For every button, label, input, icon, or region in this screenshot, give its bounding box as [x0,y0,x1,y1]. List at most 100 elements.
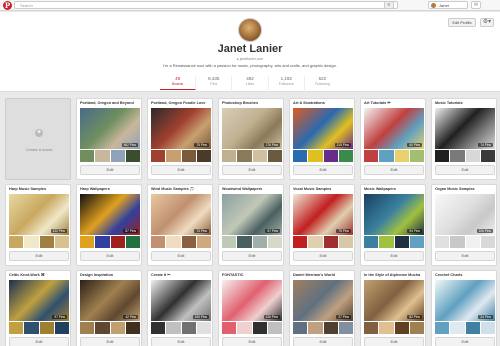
edit-board-button[interactable]: Edit [80,165,140,175]
board-thumbnail[interactable] [196,322,211,334]
board-thumbnail[interactable] [267,150,282,162]
edit-board-button[interactable]: Edit [364,337,424,346]
stat-followers[interactable]: 1,192 Followers [269,76,305,90]
board-thumbnail[interactable] [237,236,252,248]
edit-board-button[interactable]: Edit [151,251,211,261]
board-thumbnail[interactable] [237,150,252,162]
board-thumbnail[interactable] [110,322,125,334]
board-title[interactable]: Music Tutorials [435,101,495,106]
edit-board-button[interactable]: Edit [293,165,353,175]
board-cover-image[interactable]: 278 Pins [222,108,282,149]
stat-pins[interactable]: 8,435 Pins [196,76,233,90]
board-thumbnail[interactable] [308,150,323,162]
board-thumbnail[interactable] [450,150,465,162]
board-tile[interactable]: Portland, Oregon and Beyond 562 Pins Edit [76,98,142,180]
board-thumbnail[interactable] [409,236,424,248]
board-cover-image[interactable]: 82 Pins [364,280,424,321]
board-title[interactable]: Art & Illustrations [293,101,353,106]
board-thumbnail[interactable] [450,236,465,248]
board-thumbnail[interactable] [480,150,495,162]
board-thumbnail[interactable] [237,322,252,334]
board-thumbnail[interactable] [465,236,480,248]
board-cover-image[interactable]: 42 Pins [80,280,140,321]
board-thumbnail[interactable] [222,236,237,248]
board-thumbnail[interactable] [323,322,338,334]
board-thumbnail[interactable] [24,236,39,248]
board-title[interactable]: Harp Music Samples [9,187,69,192]
board-title[interactable]: Music Wallpapers [364,187,424,192]
stat-likes[interactable]: 492 Likes [232,76,269,90]
board-thumbnail[interactable] [338,150,353,162]
board-title[interactable]: Design Inspiration [80,273,140,278]
board-thumbnail[interactable] [181,236,196,248]
board-thumbnail[interactable] [480,236,495,248]
edit-board-button[interactable]: Edit [222,251,282,261]
board-thumbnail[interactable] [364,150,379,162]
board-thumbnail[interactable] [151,322,166,334]
board-cover-image[interactable]: 75 Pins [151,108,211,149]
board-thumbnail[interactable] [267,236,282,248]
board-thumbnail[interactable] [95,322,110,334]
profile-website-link[interactable]: ● janetlanier.com [0,57,500,61]
board-tile[interactable]: Crochet Charts 24 Pins Edit [431,270,497,346]
board-thumbnail[interactable] [267,322,282,334]
board-thumbnail[interactable] [222,322,237,334]
board-thumbnail[interactable] [125,322,140,334]
board-title[interactable]: Crochet Charts [435,273,495,278]
edit-board-button[interactable]: Edit [364,251,424,261]
board-cover-image[interactable]: 73 Pins [151,194,211,235]
user-menu-button[interactable]: Janet [428,1,468,9]
board-tile[interactable]: FONTASTIC 126 Pins Edit [218,270,284,346]
board-thumbnail[interactable] [379,322,394,334]
board-thumbnail[interactable] [379,236,394,248]
board-title[interactable]: Portland, Oregon Foodie Love [151,101,211,106]
stat-boards[interactable]: 49 Boards [160,76,197,90]
board-thumbnail[interactable] [394,322,409,334]
board-thumbnail[interactable] [293,236,308,248]
board-tile[interactable]: Harp Wallpapers 87 Pins Edit [76,184,142,266]
board-thumbnail[interactable] [95,236,110,248]
edit-board-button[interactable]: Edit [435,165,495,175]
board-thumbnail[interactable] [222,150,237,162]
board-title[interactable]: Photoshop Brushes [222,101,282,106]
board-tile[interactable]: Design Inspiration 42 Pins Edit [76,270,142,346]
stat-following[interactable]: 622 Following [305,76,340,90]
board-thumbnail[interactable] [166,236,181,248]
board-tile[interactable]: Celtic Knot-Work ⌘ 97 Pins Edit [5,270,71,346]
board-tile[interactable]: Organ Music Samples 106 Pins Edit [431,184,497,266]
edit-board-button[interactable]: Edit [9,251,69,261]
create-board-tile[interactable]: + Create a board [5,98,71,180]
board-thumbnail[interactable] [308,322,323,334]
edit-board-button[interactable]: Edit [293,337,353,346]
board-cover-image[interactable]: 126 Pins [222,280,282,321]
board-thumbnail[interactable] [465,150,480,162]
board-thumbnail[interactable] [151,150,166,162]
edit-board-button[interactable]: Edit [80,251,140,261]
board-thumbnail[interactable] [252,236,267,248]
board-title[interactable]: Woodwind Wallpapers [222,187,282,192]
edit-board-button[interactable]: Edit [80,337,140,346]
board-tile[interactable]: Photoshop Brushes 278 Pins Edit [218,98,284,180]
board-cover-image[interactable]: 75 Pins [293,194,353,235]
board-title[interactable]: Organ Music Samples [435,187,495,192]
board-thumbnail[interactable] [293,150,308,162]
board-thumbnail[interactable] [80,322,95,334]
board-thumbnail[interactable] [252,322,267,334]
board-thumbnail[interactable] [338,322,353,334]
board-cover-image[interactable]: 94 Pins [364,194,424,235]
edit-profile-button[interactable]: Edit Profile [448,18,476,27]
board-tile[interactable]: Vocal Music Samples 75 Pins Edit [289,184,355,266]
board-title[interactable]: Art Tutorials ✏ [364,101,424,106]
board-tile[interactable]: Create It ✂ 155 Pins Edit [147,270,213,346]
board-tile[interactable]: Woodwind Wallpapers 57 Pins Edit [218,184,284,266]
board-cover-image[interactable]: 155 Pins [151,280,211,321]
edit-board-button[interactable]: Edit [151,337,211,346]
edit-board-button[interactable]: Edit [9,337,69,346]
board-cover-image[interactable]: 24 Pins [435,280,495,321]
board-thumbnail[interactable] [465,322,480,334]
board-thumbnail[interactable] [125,236,140,248]
board-thumbnail[interactable] [39,322,54,334]
board-title[interactable]: Harp Wallpapers [80,187,140,192]
board-tile[interactable]: Music Tutorials 74 Pins Edit [431,98,497,180]
messages-icon[interactable]: ✉ [471,1,481,9]
